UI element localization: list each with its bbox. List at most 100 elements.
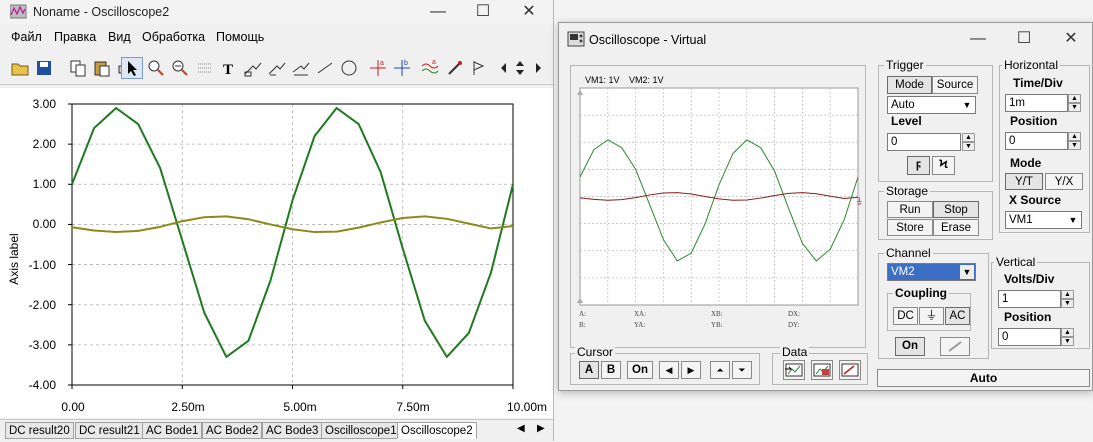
menu-view[interactable]: Вид	[108, 30, 131, 44]
legend2-icon[interactable]	[266, 57, 288, 79]
save-icon[interactable]	[33, 57, 55, 79]
menu-help[interactable]: Помощь	[216, 30, 264, 44]
tab-dc-result20[interactable]: DC result20	[5, 422, 74, 439]
text-icon[interactable]: T	[218, 57, 240, 79]
channel-select[interactable]: VM2 ▼	[887, 263, 976, 281]
trigger-falling-edge-button[interactable]: Ϟ	[932, 156, 955, 175]
v-position-input[interactable]: 0	[998, 328, 1061, 346]
time-div-input[interactable]: 1m	[1005, 94, 1068, 112]
vpos-down-icon[interactable]: ▼	[1061, 337, 1074, 346]
cursor-right-button[interactable]: ▶	[681, 361, 701, 379]
minimize-button[interactable]: —	[423, 0, 453, 24]
tab-oscilloscope2[interactable]: Oscilloscope2	[397, 422, 477, 439]
tab-scroll-right-icon[interactable]: ▶	[537, 423, 545, 434]
chevron-down-icon[interactable]: ▼	[960, 265, 974, 279]
cursor-a-icon[interactable]: a	[367, 57, 389, 79]
store-button[interactable]: Store	[887, 219, 933, 236]
channel-color-button[interactable]	[940, 337, 970, 356]
select-arrow-icon[interactable]	[121, 57, 143, 79]
minimize-button[interactable]: —	[963, 25, 993, 53]
ellipse-icon[interactable]	[338, 57, 360, 79]
hpos-down-icon[interactable]: ▼	[1068, 141, 1081, 150]
stop-button[interactable]: Stop	[933, 201, 979, 218]
cursor-b-icon[interactable]: b	[391, 57, 413, 79]
export-data-button[interactable]	[783, 360, 805, 380]
volts-down-icon[interactable]: ▼	[1061, 299, 1074, 308]
volts-div-input[interactable]: 1	[998, 290, 1061, 308]
open-grapher-button[interactable]	[839, 360, 861, 380]
coupling-gnd-button[interactable]: ⏚	[919, 307, 944, 325]
coupling-ac-button[interactable]: AC	[945, 307, 970, 325]
tab-scroll-left-icon[interactable]: ◀	[517, 423, 525, 434]
cursor-up-button[interactable]: ⏶	[710, 361, 730, 379]
open-icon[interactable]	[9, 57, 31, 79]
vpos-up-icon[interactable]: ▲	[1061, 328, 1074, 337]
v-position-label: Position	[1002, 310, 1054, 324]
menu-process[interactable]: Обработка	[142, 30, 205, 44]
paste-icon[interactable]	[91, 57, 113, 79]
trigger-mode-button[interactable]: Mode	[887, 76, 932, 94]
menu-file[interactable]: Файл	[11, 30, 42, 44]
h-position-label: Position	[1008, 114, 1060, 128]
tab-ac-bode2[interactable]: AC Bode2	[202, 422, 263, 439]
legend-icon[interactable]	[242, 57, 264, 79]
close-button[interactable]: ✕	[514, 0, 544, 24]
grid-icon[interactable]	[194, 57, 216, 79]
cursor-left-button[interactable]: ◀	[659, 361, 679, 379]
cursor-a-button[interactable]: A	[579, 361, 599, 379]
run-button[interactable]: Run	[887, 201, 933, 218]
copy-data-button[interactable]	[811, 360, 833, 380]
time-up-icon[interactable]: ▲	[1068, 94, 1081, 103]
title-bar[interactable]: Noname - Oscilloscope2 — ☐ ✕	[0, 0, 553, 24]
auto-button[interactable]: Auto	[877, 369, 1090, 387]
tab-oscilloscope1[interactable]: Oscilloscope1	[321, 422, 401, 439]
yx-mode-button[interactable]: Y/X	[1045, 173, 1083, 190]
trigger-mode-select[interactable]: Auto ▼	[887, 96, 976, 114]
volts-up-icon[interactable]: ▲	[1061, 290, 1074, 299]
maximize-button[interactable]: ☐	[1009, 25, 1039, 53]
zoom-out-icon[interactable]	[169, 57, 191, 79]
time-down-icon[interactable]: ▼	[1068, 103, 1081, 112]
grapher-chart[interactable]	[0, 88, 553, 418]
trigger-level-label: Level	[889, 114, 924, 128]
yt-mode-button[interactable]: Y/T	[1005, 173, 1043, 190]
chevron-down-icon[interactable]: ▼	[960, 98, 974, 112]
erase-button[interactable]: Erase	[933, 219, 979, 236]
trigger-label: Trigger	[884, 58, 926, 72]
h-position-input[interactable]: 0	[1005, 132, 1068, 150]
close-button[interactable]: ✕	[1056, 25, 1086, 53]
marker-icon[interactable]	[468, 57, 490, 79]
menu-edit[interactable]: Правка	[54, 30, 96, 44]
trigger-rising-edge-button[interactable]: ϝ	[907, 156, 930, 175]
trigger-level-input[interactable]: 0	[887, 133, 961, 151]
trigger-ground-icon: ⏚	[855, 197, 862, 207]
svg-text:a: a	[380, 60, 384, 67]
cursor-on-button[interactable]: On	[627, 361, 653, 379]
tab-dc-result21[interactable]: DC result21	[75, 422, 144, 439]
traces-icon[interactable]: a	[419, 57, 441, 79]
legend3-icon[interactable]	[290, 57, 312, 79]
coupling-dc-button[interactable]: DC	[893, 307, 918, 325]
cursor-b-button[interactable]: B	[601, 361, 621, 379]
copy-icon[interactable]	[67, 57, 89, 79]
level-down-icon[interactable]: ▼	[962, 142, 975, 151]
cursor-down-button[interactable]: ⏷	[732, 361, 752, 379]
oscilloscope-app-icon	[567, 31, 585, 47]
tab-ac-bode3[interactable]: AC Bode3	[262, 422, 323, 439]
channel-on-button[interactable]: On	[895, 337, 925, 356]
trigger-source-button[interactable]: Source	[932, 76, 978, 94]
tab-ac-bode1[interactable]: AC Bode1	[142, 422, 203, 439]
maximize-button[interactable]: ☐	[468, 0, 498, 24]
scope-screen[interactable]: ⏚	[574, 69, 862, 341]
zoom-in-icon[interactable]	[145, 57, 167, 79]
y-tick-label: -3.00	[28, 338, 56, 352]
x-source-select[interactable]: VM1 ▼	[1005, 211, 1082, 229]
scroll-icon[interactable]	[497, 57, 545, 79]
level-up-icon[interactable]: ▲	[962, 133, 975, 142]
line-icon[interactable]	[314, 57, 336, 79]
x-source-label: X Source	[1007, 193, 1064, 207]
picker-icon[interactable]	[444, 57, 466, 79]
y-tick-label: 2.00	[32, 137, 56, 151]
hpos-up-icon[interactable]: ▲	[1068, 132, 1081, 141]
chevron-down-icon[interactable]: ▼	[1066, 213, 1080, 227]
